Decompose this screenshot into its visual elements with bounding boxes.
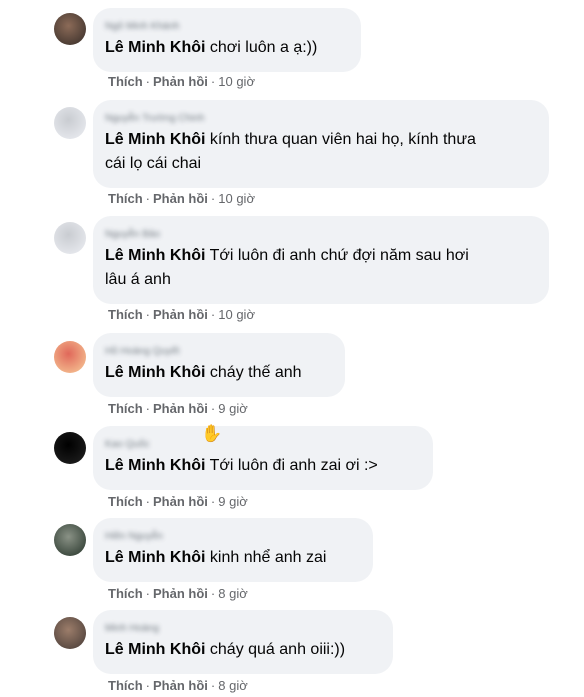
comment-bubble: Nguyễn Trường Chinh Lê Minh Khôi kính th… xyxy=(93,100,549,188)
comment-text: Lê Minh Khôi chơi luôn a ạ:)) xyxy=(105,36,349,60)
reply-button[interactable]: Phản hồi xyxy=(153,74,208,89)
mention-link[interactable]: Lê Minh Khôi xyxy=(105,39,205,56)
comment-line: chơi luôn a ạ:)) xyxy=(209,39,318,56)
like-button[interactable]: Thích xyxy=(108,586,143,601)
avatar[interactable] xyxy=(54,222,86,254)
avatar[interactable] xyxy=(54,341,86,373)
like-button[interactable]: Thích xyxy=(108,191,143,206)
comment-actions: Thích · Phản hồi · 8 giờ xyxy=(108,586,248,601)
mention-link[interactable]: Lê Minh Khôi xyxy=(105,131,205,148)
comment-line: kinh nhể anh zai xyxy=(209,549,327,566)
avatar[interactable] xyxy=(54,13,86,45)
comment-bubble: Ngô Minh Khánh Lê Minh Khôi chơi luôn a … xyxy=(93,8,361,72)
comment-time[interactable]: 10 giờ xyxy=(218,74,255,89)
comment-time[interactable]: 9 giờ xyxy=(218,494,248,509)
mention-link[interactable]: Lê Minh Khôi xyxy=(105,457,205,474)
comment-author[interactable]: Kao Quốc xyxy=(105,438,149,452)
like-button[interactable]: Thích xyxy=(108,494,143,509)
comment-line: Tới luôn đi anh zai ơi :> xyxy=(209,457,378,474)
avatar[interactable] xyxy=(54,107,86,139)
comment-time[interactable]: 10 giờ xyxy=(218,191,255,206)
reply-button[interactable]: Phản hồi xyxy=(153,401,208,416)
comment-line: kính thưa quan viên hai họ, kính thưa xyxy=(209,131,476,148)
comment-bubble: Kao Quốc ✋ Lê Minh Khôi Tới luôn đi anh … xyxy=(93,424,433,490)
comment-actions: Thích · Phản hồi · 10 giờ xyxy=(108,191,255,206)
comment-text: Lê Minh Khôi cháy thế anh xyxy=(105,361,333,385)
comment-actions: Thích · Phản hồi · 10 giờ xyxy=(108,74,255,89)
comment-actions: Thích · Phản hồi · 9 giờ xyxy=(108,494,248,509)
reply-button[interactable]: Phản hồi xyxy=(153,586,208,601)
comment-line: cháy thế anh xyxy=(209,364,302,381)
waving-hand-icon: ✋ xyxy=(201,424,223,443)
like-button[interactable]: Thích xyxy=(108,307,143,322)
comment-author[interactable]: Nguyễn Trường Chinh xyxy=(105,112,204,126)
reply-button[interactable]: Phản hồi xyxy=(153,307,208,322)
comment-time[interactable]: 9 giờ xyxy=(218,401,248,416)
comment-author[interactable]: Nguyễn Bảo xyxy=(105,228,160,242)
avatar[interactable] xyxy=(54,617,86,649)
comment-text: Lê Minh Khôi kinh nhể anh zai xyxy=(105,546,361,570)
comment-bubble: Hồ Hoàng Quyết Lê Minh Khôi cháy thế anh xyxy=(93,333,345,397)
comment-author[interactable]: Minh Hoàng xyxy=(105,622,159,636)
comment-author[interactable]: Hiền Nguyễn xyxy=(105,530,163,544)
avatar[interactable] xyxy=(54,432,86,464)
like-button[interactable]: Thích xyxy=(108,678,143,693)
mention-link[interactable]: Lê Minh Khôi xyxy=(105,641,205,658)
comment-actions: Thích · Phản hồi · 10 giờ xyxy=(108,307,255,322)
avatar[interactable] xyxy=(54,524,86,556)
comment-text: Lê Minh Khôi kính thưa quan viên hai họ,… xyxy=(105,128,537,176)
comment-line: cái lọ cái chai xyxy=(105,155,202,172)
comment-text: Lê Minh Khôi Tới luôn đi anh chứ đợi năm… xyxy=(105,244,537,292)
comment-author[interactable]: Hồ Hoàng Quyết xyxy=(105,345,180,359)
mention-link[interactable]: Lê Minh Khôi xyxy=(105,364,205,381)
comment-time[interactable]: 8 giờ xyxy=(218,586,248,601)
like-button[interactable]: Thích xyxy=(108,401,143,416)
comment-time[interactable]: 8 giờ xyxy=(218,678,248,693)
comment-time[interactable]: 10 giờ xyxy=(218,307,255,322)
comment-author[interactable]: Ngô Minh Khánh xyxy=(105,20,180,34)
comment-line: lâu á anh xyxy=(105,271,171,288)
comment-actions: Thích · Phản hồi · 8 giờ xyxy=(108,678,248,693)
reply-button[interactable]: Phản hồi xyxy=(153,494,208,509)
comment-text: Lê Minh Khôi Tới luôn đi anh zai ơi :> xyxy=(105,454,421,478)
reply-button[interactable]: Phản hồi xyxy=(153,191,208,206)
comment-line: Tới luôn đi anh chứ đợi năm sau hơi xyxy=(209,247,469,264)
reply-button[interactable]: Phản hồi xyxy=(153,678,208,693)
mention-link[interactable]: Lê Minh Khôi xyxy=(105,247,205,264)
mention-link[interactable]: Lê Minh Khôi xyxy=(105,549,205,566)
comment-line: cháy quá anh oiii:)) xyxy=(209,641,346,658)
comment-bubble: Minh Hoàng Lê Minh Khôi cháy quá anh oii… xyxy=(93,610,393,674)
comment-actions: Thích · Phản hồi · 9 giờ xyxy=(108,401,248,416)
comment-bubble: Nguyễn Bảo Lê Minh Khôi Tới luôn đi anh … xyxy=(93,216,549,304)
comment-bubble: Hiền Nguyễn Lê Minh Khôi kinh nhể anh za… xyxy=(93,518,373,582)
comment-text: Lê Minh Khôi cháy quá anh oiii:)) xyxy=(105,638,381,662)
like-button[interactable]: Thích xyxy=(108,74,143,89)
